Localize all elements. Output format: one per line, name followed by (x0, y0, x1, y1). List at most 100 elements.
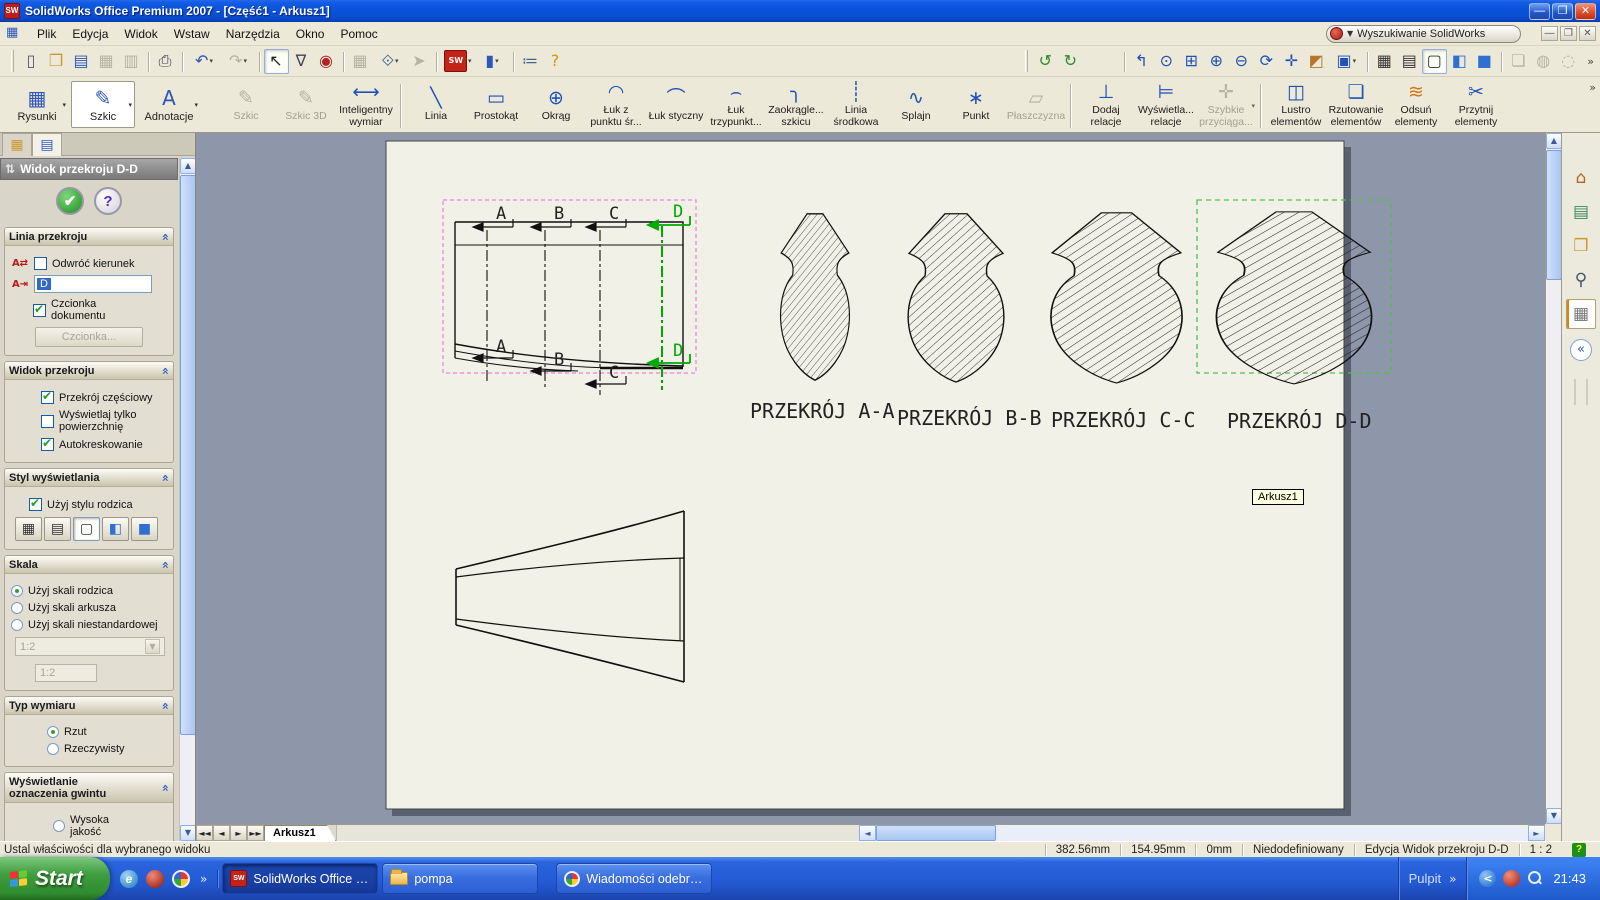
przytnij-elementy-button[interactable]: ✂Przytnijelementy (1446, 80, 1506, 129)
scroll-down-icon[interactable]: ▼ (1546, 808, 1562, 824)
save-button[interactable]: ▤ (69, 49, 94, 74)
document-font-checkbox[interactable] (33, 304, 46, 317)
menu-widok[interactable]: Widok (116, 24, 165, 44)
rzutowanie-elementow-button[interactable]: ❏Rzutowanieelementów (1326, 80, 1386, 129)
browser-icon[interactable] (172, 870, 190, 888)
opera-icon[interactable] (146, 870, 164, 888)
sketch-snaps-button[interactable]: ⟐▾ (373, 49, 407, 74)
group-thread-display-header[interactable]: Wyświetlanie oznaczenia gwintu » (5, 773, 173, 803)
horizontal-scrollbar[interactable]: ◄ ► (859, 825, 1545, 841)
redo-button[interactable]: ↷▾ (221, 49, 255, 74)
command-manager-overflow-chevron[interactable]: » (1589, 81, 1596, 94)
menu-okno[interactable]: Okno (288, 24, 333, 44)
scale-input[interactable]: 1:2 (35, 664, 97, 682)
luk-trzypunktowy-button[interactable]: ⌢Łuktrzypunkt... (706, 80, 766, 129)
zoom-selection-button[interactable]: ⊖ (1229, 49, 1254, 74)
hidden-lines-visible-style-button[interactable]: ▤ (44, 517, 71, 541)
open-button[interactable]: ❒ (44, 49, 69, 74)
hidden-lines-removed-button[interactable]: ▢ (1422, 49, 1447, 74)
tray-magnifier-icon[interactable] (1527, 871, 1542, 886)
last-sheet-button[interactable]: ►► (247, 825, 264, 841)
scroll-right-icon[interactable]: ► (1528, 825, 1545, 841)
selection-filter-button[interactable]: ∇ (289, 49, 314, 74)
scale-select[interactable]: 1:2 ▼ (15, 637, 165, 656)
tab-szkic[interactable]: ✎Szkic▾ (71, 81, 135, 128)
solidworks-resources-icon[interactable]: ⌂ (1566, 163, 1596, 193)
szkic-3d-button[interactable]: ✎Szkic 3D (276, 80, 336, 129)
view-orientation-button[interactable]: ▣▾ (1329, 49, 1363, 74)
hide-show-button[interactable]: ➤ (407, 49, 432, 74)
plaszczyzna-button[interactable]: ▱Płaszczyzna (1006, 80, 1066, 129)
new-document-button[interactable]: ▯ (19, 49, 44, 74)
zoom-area-button[interactable]: ⊞ (1179, 49, 1204, 74)
punkt-button[interactable]: ∗Punkt (946, 80, 1006, 129)
print-button[interactable]: ⎙ (153, 49, 178, 74)
drawing-view-3d-button[interactable]: ◩ (1304, 49, 1329, 74)
dodaj-relacje-button[interactable]: ⊥Dodajrelacje (1076, 80, 1136, 129)
drawing-sheet[interactable] (386, 141, 1344, 809)
wireframe-style-button[interactable]: ▦ (15, 517, 42, 541)
sheet-scale-radio[interactable] (11, 602, 23, 614)
help-button[interactable]: ? (94, 187, 122, 215)
rebuild-button[interactable]: ↻ (1058, 49, 1083, 74)
group-scale-header[interactable]: Skala » (5, 556, 173, 574)
collapse-chevron-icon[interactable]: » (158, 561, 172, 569)
scroll-up-icon[interactable]: ▲ (1546, 133, 1562, 149)
first-sheet-button[interactable]: ◄◄ (196, 825, 213, 841)
desktop-overflow-chevron[interactable]: » (1449, 872, 1456, 886)
solidworks-search-box[interactable]: ▼ Wyszukiwanie SolidWorks (1326, 25, 1521, 43)
collapse-task-pane-button[interactable]: « (1570, 339, 1592, 361)
auto-hatch-checkbox[interactable] (41, 438, 54, 451)
make-drawing-button[interactable]: ▦ (94, 49, 119, 74)
shaded-with-edges-button[interactable]: ◧ (1447, 49, 1472, 74)
panel-scrollbar[interactable]: ▲ ▼ (179, 158, 195, 841)
toolbar-grip[interactable] (11, 50, 14, 72)
select-button[interactable]: ↖ (264, 49, 289, 74)
surface-only-checkbox[interactable] (41, 415, 54, 428)
collapse-chevron-icon[interactable]: » (158, 233, 172, 241)
desktop-toolbar[interactable]: Pulpit » (1398, 857, 1467, 900)
drawing-area[interactable]: A B C D A B C D PRZEKRÓJ A-A PRZEKRÓJ B-… (196, 133, 1545, 824)
szkic-button[interactable]: ✎Szkic (216, 80, 276, 129)
selection-state-button[interactable]: ◉ (314, 49, 339, 74)
tab-adnotacje[interactable]: AAdnotacje▾ (137, 81, 201, 128)
previous-view-button[interactable]: ↰ (1129, 49, 1154, 74)
quick-launch-overflow-chevron[interactable]: » (200, 872, 207, 886)
previous-sheet-button[interactable]: ◄ (213, 825, 230, 841)
vertical-scroll-thumb[interactable] (1546, 150, 1562, 280)
undo-button[interactable]: ↶▾ (187, 49, 221, 74)
partial-section-checkbox[interactable] (41, 391, 54, 404)
shaded-with-edges-style-button[interactable]: ◧ (102, 517, 129, 541)
file-explorer-icon[interactable]: ❒ (1566, 231, 1596, 261)
prostokat-button[interactable]: ▭Prostokąt (466, 80, 526, 129)
search-icon[interactable]: ⚲ (1566, 265, 1596, 295)
taskbar-item-pompa[interactable]: pompa (382, 863, 538, 894)
true-dimension-radio[interactable] (47, 743, 59, 755)
section-view-bb[interactable] (908, 214, 1004, 382)
restore-button[interactable]: ❐ (1552, 3, 1573, 20)
zoom-in-out-button[interactable]: ⊕ (1204, 49, 1229, 74)
font-button[interactable]: Czcionka... (35, 327, 143, 347)
collapse-chevron-icon[interactable]: » (158, 474, 172, 482)
section-view-cc[interactable] (1051, 213, 1182, 383)
hidden-lines-removed-style-button[interactable]: ▢ (73, 517, 100, 541)
grid-button[interactable]: ▦ (348, 49, 373, 74)
scroll-up-icon[interactable]: ▲ (180, 158, 196, 174)
collapse-chevron-icon[interactable]: » (158, 702, 172, 710)
taskbar-item-wiadomosci[interactable]: Wiadomości odebran... (556, 863, 712, 894)
linia-button[interactable]: ╲Linia (406, 80, 466, 129)
wireframe-button[interactable]: ▦ (1372, 49, 1397, 74)
select-dropdown-icon[interactable]: ▼ (145, 639, 160, 654)
parent-style-checkbox[interactable] (29, 498, 42, 511)
lustro-elementow-button[interactable]: ◫Lustroelementów (1266, 80, 1326, 129)
shaded-button[interactable]: ■ (1472, 49, 1497, 74)
luk-z-punktu-button[interactable]: ◠Łuk zpunktu śr... (586, 80, 646, 129)
panel-scroll-thumb[interactable] (180, 175, 196, 735)
custom-scale-radio[interactable] (11, 619, 23, 631)
solidworks-office-button[interactable]: SW▾ (441, 49, 475, 74)
scroll-left-icon[interactable]: ◄ (859, 825, 876, 841)
hidden-lines-visible-button[interactable]: ▤ (1397, 49, 1422, 74)
task-pane-button[interactable]: ▮▾ (475, 49, 509, 74)
menu-edycja[interactable]: Edycja (64, 24, 116, 44)
internet-explorer-icon[interactable]: e (120, 870, 138, 888)
